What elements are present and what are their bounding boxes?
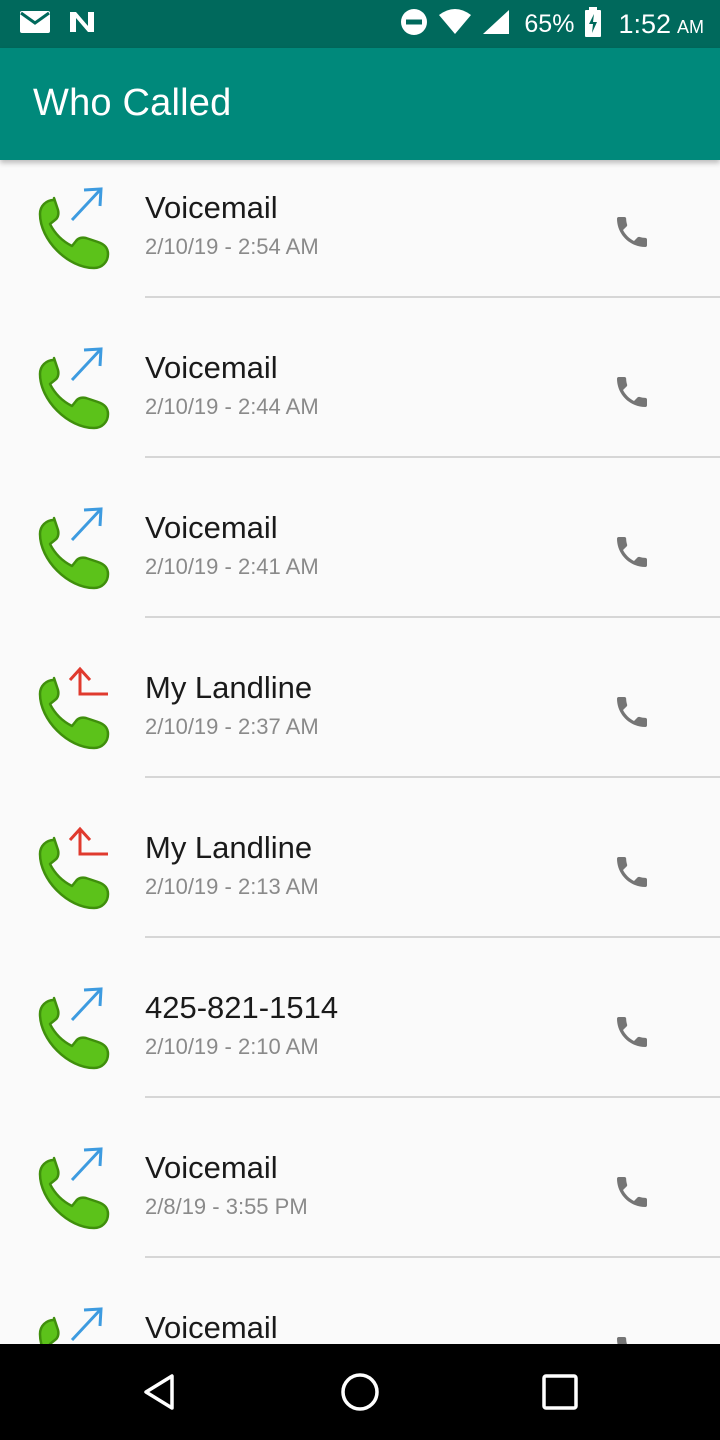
call-time: 2/10/19 - 2:10 AM — [145, 1034, 319, 1059]
home-icon — [341, 1373, 379, 1411]
call-back-button[interactable] — [606, 1006, 658, 1058]
phone-icon — [617, 377, 647, 407]
caller-name: Voicemail — [145, 350, 278, 385]
outgoing-call-icon — [28, 502, 118, 592]
phone-icon — [617, 217, 647, 247]
caller-name: Voicemail — [145, 510, 278, 545]
call-back-button[interactable] — [606, 686, 658, 738]
call-log-row[interactable]: Voicemail 2/10/19 - 2:44 AM — [0, 320, 720, 480]
phone-icon — [617, 1017, 647, 1047]
call-time: 2/10/19 - 2:13 AM — [145, 874, 319, 899]
call-log-row[interactable]: 425-821-1514 2/10/19 - 2:10 AM — [0, 960, 720, 1120]
battery-percent: 65% — [524, 9, 575, 38]
call-back-button[interactable] — [606, 846, 658, 898]
row-divider — [145, 1096, 720, 1098]
recents-button[interactable] — [536, 1368, 584, 1416]
home-button[interactable] — [336, 1368, 384, 1416]
caller-name: Voicemail — [145, 1310, 278, 1344]
row-divider — [145, 1256, 720, 1258]
app-bar: Who Called — [0, 48, 720, 160]
n-app-icon — [68, 10, 96, 39]
call-time: 2/10/19 - 2:37 AM — [145, 714, 319, 739]
navigation-bar — [0, 1344, 720, 1440]
clock-time: 1:52 — [618, 8, 671, 39]
caller-name: My Landline — [145, 830, 313, 865]
call-log-list[interactable]: Voicemail 2/10/19 - 2:54 AM Voicemail 2/… — [0, 160, 720, 1344]
battery-charging-icon — [584, 6, 602, 42]
phone-icon — [617, 1337, 627, 1344]
cell-signal-icon — [482, 9, 510, 40]
back-button[interactable] — [136, 1368, 184, 1416]
call-time: 2/10/19 - 2:54 AM — [145, 234, 319, 259]
row-divider — [145, 456, 720, 458]
status-right: 65% 1:52 AM — [400, 6, 704, 42]
wifi-icon — [438, 8, 472, 40]
status-bar: 65% 1:52 AM — [0, 0, 720, 48]
missed-call-icon — [28, 662, 118, 752]
row-divider — [145, 296, 720, 298]
clock-ampm: AM — [677, 16, 704, 37]
missed-call-icon — [28, 822, 118, 912]
call-log-row[interactable]: Voicemail 2/10/19 - 2:54 AM — [0, 160, 720, 320]
call-back-button[interactable] — [606, 206, 658, 258]
outgoing-call-icon — [28, 1302, 118, 1344]
call-back-button[interactable] — [606, 1166, 658, 1218]
row-divider — [145, 936, 720, 938]
phone-icon — [617, 537, 647, 567]
phone-icon — [617, 857, 647, 887]
mail-icon — [20, 10, 50, 38]
caller-name: 425-821-1514 — [145, 990, 339, 1025]
row-divider — [145, 776, 720, 778]
call-back-button[interactable] — [606, 1326, 658, 1344]
caller-name: My Landline — [145, 670, 313, 705]
call-time: 2/8/19 - 3:55 PM — [145, 1194, 308, 1219]
call-log-row[interactable]: Voicemail — [0, 1280, 720, 1344]
recents-icon — [542, 1374, 578, 1410]
call-log-row[interactable]: My Landline 2/10/19 - 2:37 AM — [0, 640, 720, 800]
caller-name: Voicemail — [145, 190, 278, 225]
phone-icon — [617, 1177, 647, 1207]
caller-name: Voicemail — [145, 1150, 278, 1185]
row-divider — [145, 616, 720, 618]
outgoing-call-icon — [28, 982, 118, 1072]
call-back-button[interactable] — [606, 366, 658, 418]
app-title: Who Called — [33, 82, 232, 124]
call-log-row[interactable]: Voicemail 2/10/19 - 2:41 AM — [0, 480, 720, 640]
outgoing-call-icon — [28, 182, 118, 272]
call-log-row[interactable]: Voicemail 2/8/19 - 3:55 PM — [0, 1120, 720, 1280]
call-back-button[interactable] — [606, 526, 658, 578]
call-time: 2/10/19 - 2:41 AM — [145, 554, 319, 579]
do-not-disturb-icon — [400, 8, 428, 41]
back-icon — [144, 1374, 174, 1410]
call-time: 2/10/19 - 2:44 AM — [145, 394, 319, 419]
phone-icon — [617, 697, 647, 727]
outgoing-call-icon — [28, 1142, 118, 1232]
status-left — [20, 10, 96, 38]
call-log-row[interactable]: My Landline 2/10/19 - 2:13 AM — [0, 800, 720, 960]
outgoing-call-icon — [28, 342, 118, 432]
